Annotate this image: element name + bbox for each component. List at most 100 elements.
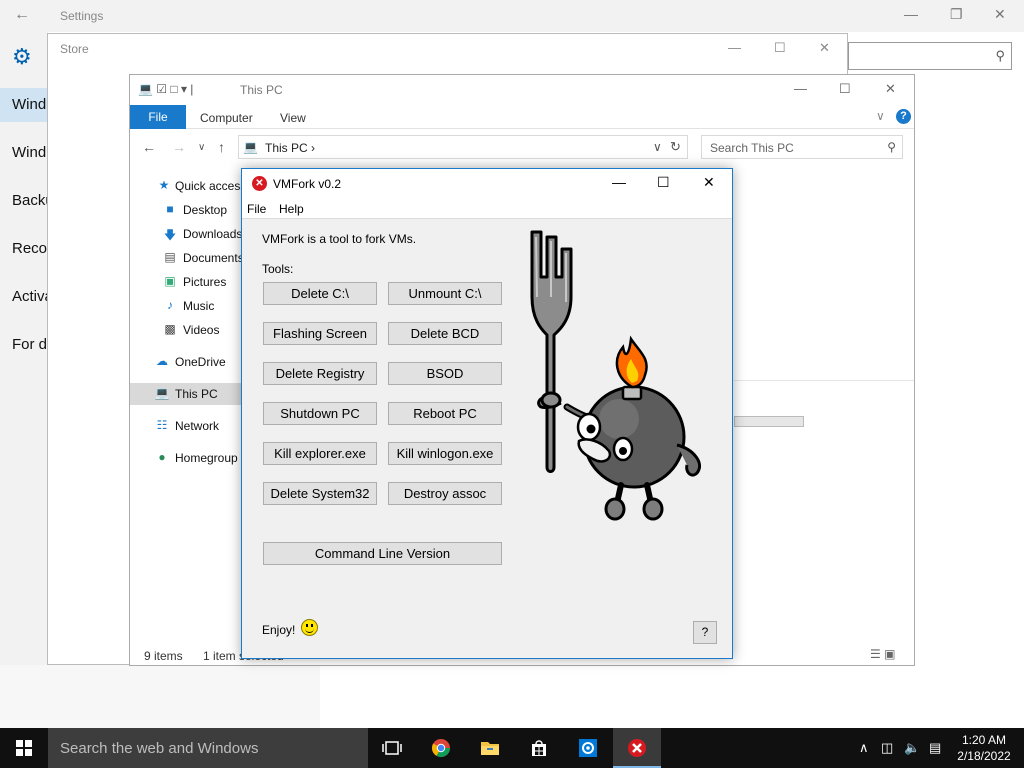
settings-title: Settings xyxy=(60,9,104,23)
network-icon[interactable]: ◫ xyxy=(881,740,893,756)
sidebar-item-network[interactable]: ☷ Network xyxy=(130,415,242,437)
store-title: Store xyxy=(60,42,89,56)
task-view-button[interactable] xyxy=(368,728,416,768)
chevron-up-icon[interactable]: ∧ xyxy=(859,740,869,756)
close-icon[interactable]: ✕ xyxy=(994,6,1006,23)
gear-icon: ⚙ xyxy=(12,44,32,69)
tab-computer[interactable]: Computer xyxy=(200,111,253,125)
menu-help[interactable]: Help xyxy=(279,202,304,216)
sidebar-item-this-pc[interactable]: 💻 This PC xyxy=(130,383,242,405)
ribbon-tabs: File Computer View ∨ ? xyxy=(130,105,914,129)
maximize-icon[interactable]: ☐ xyxy=(774,40,786,56)
search-icon: ⚲ xyxy=(887,140,896,154)
shutdown-pc-button[interactable]: Shutdown PC xyxy=(263,402,377,425)
delete-registry-button[interactable]: Delete Registry xyxy=(263,362,377,385)
delete-bcd-button[interactable]: Delete BCD xyxy=(388,322,502,345)
kill-explorer-button[interactable]: Kill explorer.exe xyxy=(263,442,377,465)
divider xyxy=(734,380,914,381)
refresh-icon[interactable]: ↻ xyxy=(670,139,681,155)
sidebar-item-quick-access[interactable]: ★ Quick access xyxy=(130,175,247,197)
back-arrow-icon[interactable]: ← xyxy=(142,139,156,155)
chrome-button[interactable] xyxy=(417,728,465,768)
search-input[interactable]: Search This PC ⚲ xyxy=(701,135,903,159)
bomb-fork-mascot-icon xyxy=(530,230,701,521)
minimize-icon[interactable]: — xyxy=(904,6,918,22)
vmfork-title: VMFork v0.2 xyxy=(273,177,342,191)
settings-nav xyxy=(0,32,48,728)
start-button[interactable] xyxy=(0,728,48,768)
settings-nav-item[interactable]: Wind xyxy=(0,88,48,122)
maximize-icon[interactable]: ☐ xyxy=(657,174,670,191)
minimize-icon[interactable]: — xyxy=(612,174,626,190)
error-x-icon: ✕ xyxy=(252,176,267,191)
destroy-assoc-button[interactable]: Destroy assoc xyxy=(388,482,502,505)
shopping-bag-icon xyxy=(532,740,546,756)
volume-muted-icon[interactable]: 🔈 xyxy=(904,740,920,756)
sidebar-item-onedrive[interactable]: ☁ OneDrive xyxy=(130,351,242,373)
vmfork-menubar: File Help xyxy=(242,199,732,219)
address-bar[interactable]: 💻 This PC › ∨ xyxy=(238,135,688,159)
search-icon: ⚲ xyxy=(995,48,1005,63)
view-toggle-icon[interactable]: ☰ ▣ xyxy=(870,647,895,661)
vmfork-taskbar-button[interactable] xyxy=(613,728,661,768)
reboot-pc-button[interactable]: Reboot PC xyxy=(388,402,502,425)
help-button[interactable]: ? xyxy=(693,621,717,644)
store-button[interactable] xyxy=(515,728,563,768)
unmount-c-button[interactable]: Unmount C:\ xyxy=(388,282,502,305)
sidebar-item-documents[interactable]: ▤ Documents xyxy=(130,247,243,269)
error-x-icon xyxy=(628,739,646,757)
flashing-screen-button[interactable]: Flashing Screen xyxy=(263,322,377,345)
vmfork-description: VMFork is a tool to fork VMs. xyxy=(262,232,417,246)
file-explorer-button[interactable] xyxy=(466,728,514,768)
taskbar-search-input[interactable]: Search the web and Windows xyxy=(48,728,368,768)
restore-icon[interactable]: ❐ xyxy=(950,6,963,23)
sidebar-item-desktop[interactable]: ■ Desktop xyxy=(130,199,242,221)
settings-background-panel xyxy=(0,665,320,728)
command-line-version-button[interactable]: Command Line Version xyxy=(263,542,502,565)
vmfork-dialog: ✕ VMFork v0.2 — ☐ ✕ File Help VMFork is … xyxy=(241,168,733,659)
sidebar-item-downloads[interactable]: 🡇 Downloads xyxy=(130,223,243,245)
taskbar: Search the web and Windows ∧ ◫ 🔈 ▤ 1:20 … xyxy=(0,728,1024,768)
up-arrow-icon[interactable]: ↑ xyxy=(218,139,225,155)
sidebar-item-pictures[interactable]: ▣ Pictures xyxy=(130,271,242,293)
gear-icon xyxy=(579,739,597,757)
sidebar-item-videos[interactable]: ▩ Videos xyxy=(130,319,242,341)
bsod-button[interactable]: BSOD xyxy=(388,362,502,385)
breadcrumb[interactable]: This PC › xyxy=(265,141,315,155)
settings-search-input[interactable]: ⚲ xyxy=(848,42,1012,70)
delete-system32-button[interactable]: Delete System32 xyxy=(263,482,377,505)
settings-nav-item[interactable]: Wind xyxy=(12,144,46,161)
chevron-down-icon[interactable]: ∨ xyxy=(653,140,662,154)
back-arrow-icon[interactable]: ← xyxy=(14,6,30,24)
smiley-icon xyxy=(301,619,318,636)
help-icon[interactable]: ? xyxy=(896,109,911,124)
status-item-count: 9 items xyxy=(144,649,183,663)
drive-usage-bar xyxy=(734,416,804,427)
kill-winlogon-button[interactable]: Kill winlogon.exe xyxy=(388,442,502,465)
settings-button[interactable] xyxy=(564,728,612,768)
minimize-icon[interactable]: — xyxy=(728,40,741,55)
close-icon[interactable]: ✕ xyxy=(885,81,896,97)
close-icon[interactable]: ✕ xyxy=(703,174,715,191)
quick-access-toolbar-icon[interactable]: 💻 ☑ □ ▾ | xyxy=(138,82,193,96)
menu-file[interactable]: File xyxy=(247,202,266,216)
windows-logo-icon xyxy=(16,740,32,756)
delete-c-button[interactable]: Delete C:\ xyxy=(263,282,377,305)
minimize-icon[interactable]: — xyxy=(794,81,807,96)
vmfork-titlebar: ✕ VMFork v0.2 — ☐ ✕ xyxy=(242,169,732,199)
close-icon[interactable]: ✕ xyxy=(819,40,830,56)
forward-arrow-icon[interactable]: → xyxy=(172,139,186,155)
sidebar-item-music[interactable]: ♪ Music xyxy=(130,295,242,317)
tab-view[interactable]: View xyxy=(280,111,306,125)
explorer-title: This PC xyxy=(240,83,283,97)
clock-time: 1:20 AM xyxy=(961,733,1007,747)
sidebar-item-homegroup[interactable]: ● Homegroup xyxy=(130,447,242,469)
tab-file[interactable]: File xyxy=(130,105,186,129)
task-view-icon xyxy=(382,741,402,755)
recent-locations-icon[interactable]: ∨ xyxy=(198,142,205,153)
enjoy-label: Enjoy! xyxy=(262,623,296,637)
action-center-icon[interactable]: ▤ xyxy=(929,740,941,756)
chevron-down-icon[interactable]: ∨ xyxy=(876,109,885,123)
clock[interactable]: 1:20 AM 2/18/2022 xyxy=(952,732,1016,764)
maximize-icon[interactable]: ☐ xyxy=(839,81,851,97)
